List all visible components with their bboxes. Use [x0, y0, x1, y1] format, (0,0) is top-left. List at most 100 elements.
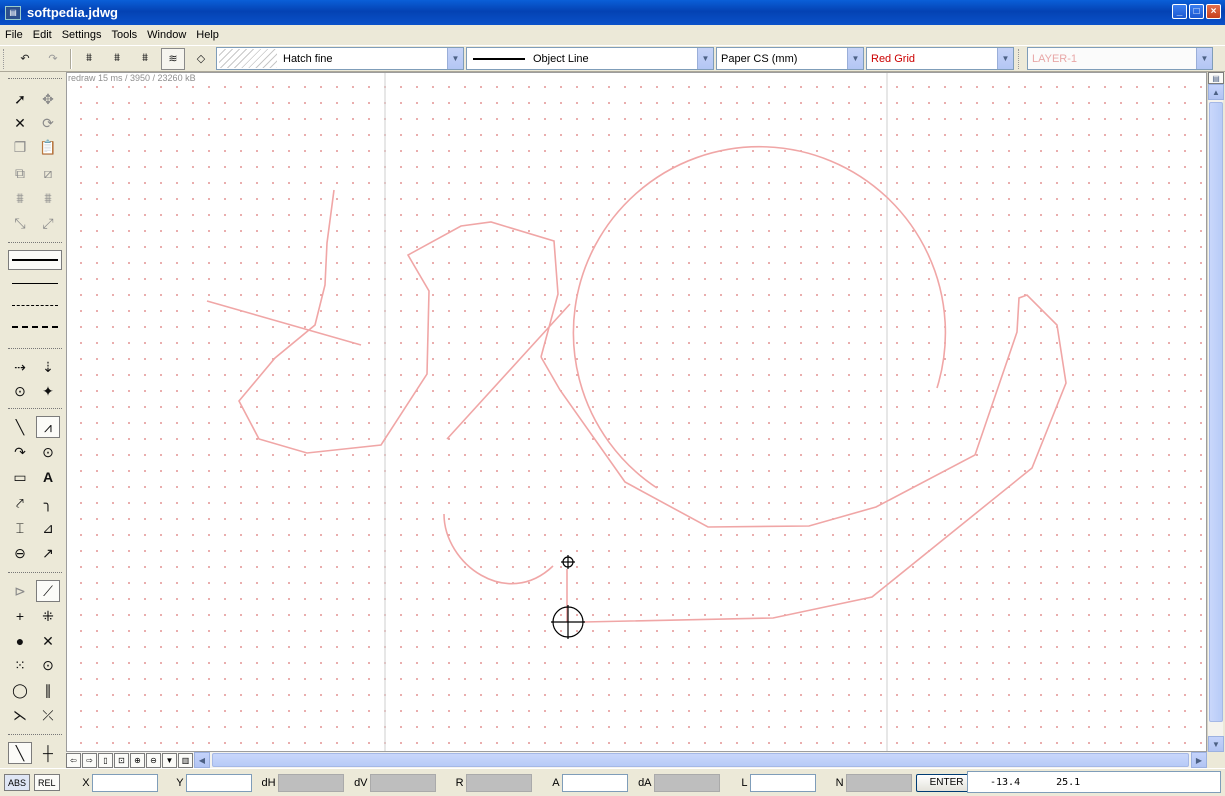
abs-toggle[interactable]: ABS	[4, 774, 31, 791]
linestyle-thin[interactable]	[8, 273, 62, 293]
next-page-icon[interactable]: ⇨	[82, 752, 97, 768]
chevron-down-icon[interactable]: ▼	[1196, 48, 1212, 69]
polyline-tool[interactable]: ⩘	[36, 416, 60, 438]
a-input[interactable]	[561, 773, 628, 792]
chevron-down-icon[interactable]: ▼	[447, 48, 463, 69]
horizontal-scrollbar[interactable]: ⇦ ⇨ ▯ ⊡ ⊕ ⊖ ▼ ▥ ◀ ▶	[66, 752, 1207, 768]
close-button[interactable]: ×	[1206, 4, 1221, 19]
arc-tool[interactable]: ↷	[8, 441, 32, 463]
snap-circle-tool[interactable]: ⊙	[36, 654, 60, 676]
scroll-down-button[interactable]: ▼	[1208, 736, 1224, 752]
chevron-down-icon[interactable]: ▼	[697, 48, 713, 69]
rectangle-tool[interactable]: ▭	[8, 466, 32, 488]
snap-off-tool[interactable]: ⊳	[8, 580, 32, 602]
r-input[interactable]	[465, 773, 532, 792]
da-input[interactable]	[653, 773, 720, 792]
split-view-button[interactable]: ▤	[1208, 72, 1224, 84]
zoom-menu-icon[interactable]: ▼	[162, 752, 177, 768]
menu-edit[interactable]: Edit	[28, 29, 57, 41]
layer-stack-2-button[interactable]: ⩩	[105, 48, 129, 70]
line-tool[interactable]: ╲	[8, 416, 32, 438]
prev-page-icon[interactable]: ⇦	[66, 752, 81, 768]
menu-window[interactable]: Window	[142, 29, 191, 41]
snap-end-tool[interactable]: ⁙	[8, 654, 32, 676]
n-input[interactable]	[845, 773, 912, 792]
radius-tool[interactable]: ↗	[36, 542, 60, 564]
linestyle-thick[interactable]	[8, 250, 62, 270]
snap-tangent-tool[interactable]: ◯	[8, 679, 32, 701]
snap-perpendicular-tool[interactable]: ⋋	[8, 704, 32, 726]
paste-tool[interactable]: 📋	[36, 136, 60, 158]
linestyle-dashed[interactable]	[8, 317, 62, 337]
ortho-off-tool[interactable]: ╲	[8, 742, 32, 764]
diameter-tool[interactable]: ⊖	[8, 542, 32, 564]
vertical-scroll-thumb[interactable]	[1209, 102, 1223, 722]
rel-toggle[interactable]: REL	[34, 774, 60, 791]
layers-button[interactable]: ≋	[161, 47, 185, 70]
scroll-up-button[interactable]: ▲	[1208, 84, 1224, 100]
sketch-arc-large[interactable]	[572, 145, 947, 489]
minimize-button[interactable]: _	[1172, 4, 1187, 19]
expand-tool[interactable]: ⤢	[36, 212, 60, 234]
sketch-polyline-2[interactable]	[540, 294, 1067, 623]
snap-point-tool[interactable]: +	[8, 605, 32, 627]
ungroup-tool[interactable]: ⧄	[36, 162, 60, 184]
layout-icon[interactable]: ▥	[178, 752, 193, 768]
circle-tool[interactable]: ⊙	[36, 441, 60, 463]
layer-select[interactable]: LAYER-1 ▼	[1027, 47, 1213, 70]
angle-tool[interactable]: ⊿	[36, 517, 60, 539]
move-tool[interactable]: ✥	[36, 88, 60, 110]
sketch-polyline-1[interactable]	[238, 189, 559, 454]
mirror-tool[interactable]: ⩩	[36, 187, 60, 209]
delete-tool[interactable]: ✕	[8, 112, 32, 134]
snap-grid-tool[interactable]: ⁜	[36, 605, 60, 627]
fillet-tool[interactable]: ╮	[36, 492, 60, 514]
app-icon[interactable]: ▤	[5, 5, 21, 20]
array-tool[interactable]: ⩩	[8, 187, 32, 209]
sketch-line-2[interactable]	[446, 303, 571, 440]
toolbar-grip[interactable]	[1018, 48, 1026, 69]
page-icon[interactable]: ▯	[98, 752, 113, 768]
point-snap-tool[interactable]: ✦	[36, 380, 60, 402]
y-input[interactable]	[185, 773, 252, 792]
layer-stack-1-button[interactable]: ⩩	[77, 48, 101, 70]
dv-input[interactable]	[369, 773, 436, 792]
redo-button[interactable]: ↷	[41, 48, 65, 70]
horizontal-scroll-thumb[interactable]	[212, 753, 1189, 767]
undo-button[interactable]: ↶	[13, 48, 37, 70]
toolbar-grip[interactable]	[3, 48, 11, 69]
hdim-tool[interactable]: ⇢	[8, 356, 32, 378]
zoom-in-icon[interactable]: ⊕	[130, 752, 145, 768]
drawing-canvas[interactable]: redraw 15 ms / 3950 / 23260 kB	[66, 72, 1207, 752]
select-tool[interactable]: ➚	[8, 88, 32, 110]
circle-snap-tool[interactable]: ⊙	[8, 380, 32, 402]
dh-input[interactable]	[277, 773, 344, 792]
snap-line-tool[interactable]: ⟋	[36, 580, 60, 602]
sketch-line-1[interactable]	[206, 300, 362, 346]
coordsys-select[interactable]: Paper CS (mm) ▼	[716, 47, 864, 70]
menu-settings[interactable]: Settings	[57, 29, 107, 41]
rotate-tool[interactable]: ⟳	[36, 112, 60, 134]
snap-intersection-tool[interactable]: ✕	[36, 630, 60, 652]
group-tool[interactable]: ⧉	[8, 162, 32, 184]
maximize-button[interactable]: □	[1189, 4, 1204, 19]
snap-parallel-tool[interactable]: ∥	[36, 679, 60, 701]
chevron-down-icon[interactable]: ▼	[997, 48, 1013, 69]
shrink-tool[interactable]: ⤡	[8, 212, 32, 234]
linetype-select[interactable]: Object Line ▼	[466, 47, 714, 70]
freehand-tool[interactable]: ⤤	[8, 492, 32, 514]
layer-outline-button[interactable]: ◇	[189, 48, 213, 70]
ortho-on-tool[interactable]: ┼	[36, 742, 60, 764]
menu-help[interactable]: Help	[191, 29, 224, 41]
l-input[interactable]	[749, 773, 816, 792]
menu-file[interactable]: File	[0, 29, 28, 41]
layer-stack-3-button[interactable]: ⩩	[133, 48, 157, 70]
menu-tools[interactable]: Tools	[106, 29, 142, 41]
text-tool[interactable]: A	[36, 466, 60, 488]
vertical-scrollbar[interactable]: ▤ ▲ ▼	[1207, 72, 1224, 752]
zoom-out-icon[interactable]: ⊖	[146, 752, 161, 768]
dimension-tool[interactable]: ⌶	[8, 517, 32, 539]
zoom-fit-icon[interactable]: ⊡	[114, 752, 129, 768]
hatch-select[interactable]: Hatch fine ▼	[216, 47, 464, 70]
chevron-down-icon[interactable]: ▼	[847, 48, 863, 69]
